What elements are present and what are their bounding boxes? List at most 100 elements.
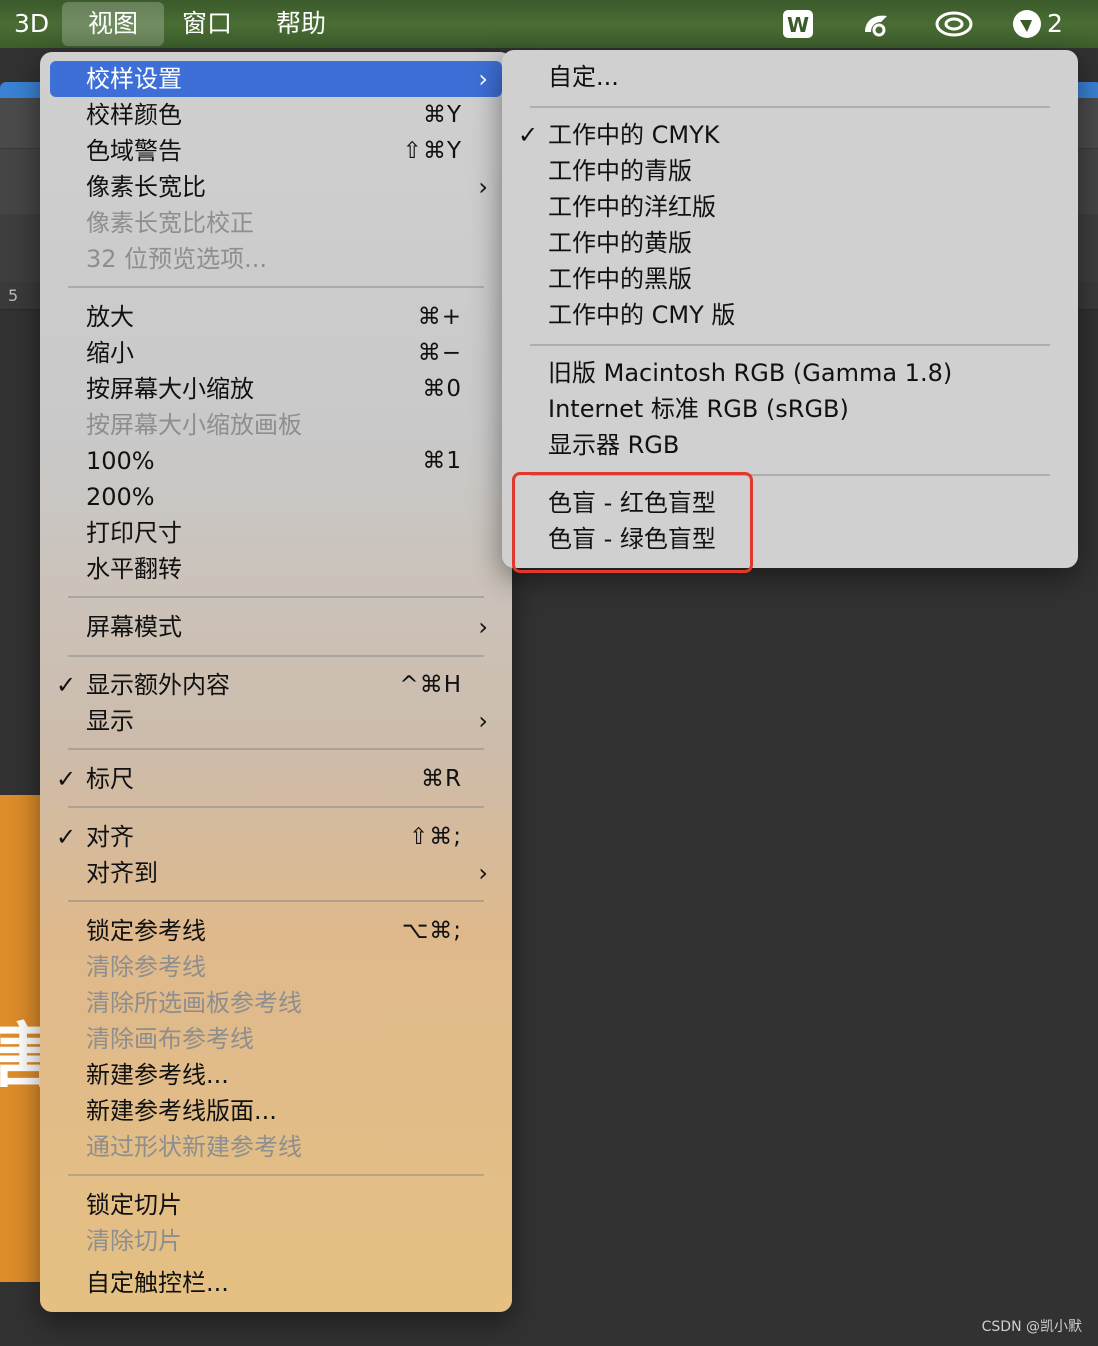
menu-item-new-guides-from-shape: 通过形状新建参考线 [50, 1129, 502, 1165]
menu-item-label: 放大 [86, 303, 134, 331]
menu-separator [68, 286, 484, 288]
menu-item-zoom-200[interactable]: 200% [50, 479, 502, 515]
menubar-item-3d[interactable]: 3D [0, 0, 63, 48]
chevron-right-icon: › [478, 859, 488, 887]
keyboard-shortcut: ⌘1 [422, 448, 462, 474]
menu-item-proof-colors[interactable]: 校样颜色 ⌘Y [50, 97, 502, 133]
menu-item-rulers[interactable]: ✓ 标尺 ⌘R [50, 761, 502, 797]
submenu-item-working-cyan[interactable]: 工作中的青版 [512, 153, 1068, 189]
menu-item-snap[interactable]: ✓ 对齐 ⇧⌘; [50, 819, 502, 855]
menu-item-zoom-in[interactable]: 放大 ⌘+ [50, 299, 502, 335]
submenu-item-label: 工作中的 CMYK [548, 121, 720, 149]
menu-item-label: 水平翻转 [86, 555, 182, 583]
keyboard-shortcut: ⌘Y [422, 102, 462, 128]
submenu-item-working-cmyk[interactable]: ✓ 工作中的 CMYK [512, 117, 1068, 153]
menubar-item-window[interactable]: 窗口 [168, 0, 246, 48]
menu-item-flip-horizontal[interactable]: 水平翻转 [50, 551, 502, 587]
menu-item-label: 清除参考线 [86, 953, 206, 981]
chevron-right-icon: › [478, 707, 488, 735]
menu-item-label: 对齐 [86, 823, 134, 851]
menu-item-clear-canvas-guides: 清除画布参考线 [50, 1021, 502, 1057]
keyboard-shortcut: ⇧⌘Y [402, 138, 462, 164]
menu-item-label: 自定触控栏... [86, 1269, 229, 1297]
ruler-label: 5 [8, 286, 19, 305]
menu-item-clear-slices: 清除切片 [50, 1223, 502, 1259]
menu-item-label: 打印尺寸 [86, 519, 182, 547]
menu-item-proof-setup[interactable]: 校样设置 › [50, 61, 502, 97]
canvas-artwork: 害 [0, 795, 42, 1282]
artwork-glyph: 害 [0, 1015, 42, 1097]
menu-item-label: 锁定参考线 [86, 917, 206, 945]
menu-item-show-extras[interactable]: ✓ 显示额外内容 ^⌘H [50, 667, 502, 703]
keyboard-shortcut: ⌘R [421, 766, 462, 792]
menu-item-label: 显示 [86, 707, 134, 735]
menu-item-label: 锁定切片 [86, 1191, 182, 1219]
menu-item-label: 屏幕模式 [86, 613, 182, 641]
submenu-item-internet-srgb[interactable]: Internet 标准 RGB (sRGB) [512, 391, 1068, 427]
menubar-item-help[interactable]: 帮助 [262, 0, 340, 48]
menu-item-label: 32 位预览选项... [86, 245, 268, 273]
menu-bar: 3D 视图 窗口 帮助 W 2 [0, 0, 1098, 48]
submenu-item-label: 自定... [548, 63, 619, 91]
menu-item-show[interactable]: 显示 › [50, 703, 502, 739]
submenu-separator [530, 344, 1050, 346]
submenu-item-monitor-rgb[interactable]: 显示器 RGB [512, 427, 1068, 463]
wps-icon[interactable]: W [781, 8, 815, 40]
submenu-item-working-black[interactable]: 工作中的黑版 [512, 261, 1068, 297]
submenu-separator [530, 106, 1050, 108]
menu-item-label: 清除切片 [86, 1227, 182, 1255]
view-menu: 校样设置 › 校样颜色 ⌘Y 色域警告 ⇧⌘Y 像素长宽比 › 像素长宽比校正 32 位预览选项.… [40, 52, 512, 1312]
menu-item-label: 像素长宽比 [86, 173, 206, 201]
menu-item-screen-mode[interactable]: 屏幕模式 › [50, 609, 502, 645]
submenu-item-legacy-mac-rgb[interactable]: 旧版 Macintosh RGB (Gamma 1.8) [512, 355, 1068, 391]
menu-item-clear-guides: 清除参考线 [50, 949, 502, 985]
submenu-item-label: 显示器 RGB [548, 431, 680, 459]
menu-item-lock-slices[interactable]: 锁定切片 [50, 1187, 502, 1223]
menu-item-zoom-100[interactable]: 100% ⌘1 [50, 443, 502, 479]
menu-item-label: 通过形状新建参考线 [86, 1133, 302, 1161]
submenu-item-working-cmy[interactable]: 工作中的 CMY 版 [512, 297, 1068, 333]
menu-item-label: 新建参考线... [86, 1061, 229, 1089]
menu-separator [68, 806, 484, 808]
submenu-item-working-yellow[interactable]: 工作中的黄版 [512, 225, 1068, 261]
watermark: CSDN @凯小默 [981, 1319, 1082, 1335]
menu-item-new-guide[interactable]: 新建参考线... [50, 1057, 502, 1093]
menu-item-label: 清除画布参考线 [86, 1025, 254, 1053]
menu-item-label: 按屏幕大小缩放画板 [86, 411, 302, 439]
checkmark-icon: ✓ [56, 671, 77, 699]
menu-item-new-guide-layout[interactable]: 新建参考线版面... [50, 1093, 502, 1129]
menu-item-snap-to[interactable]: 对齐到 › [50, 855, 502, 891]
menu-item-zoom-out[interactable]: 缩小 ⌘− [50, 335, 502, 371]
submenu-item-label: Internet 标准 RGB (sRGB) [548, 395, 849, 423]
notification-bird-icon[interactable] [1010, 8, 1044, 40]
menubar-item-view[interactable]: 视图 [62, 2, 165, 46]
submenu-item-label: 旧版 Macintosh RGB (Gamma 1.8) [548, 359, 953, 387]
menu-item-pixel-aspect-ratio[interactable]: 像素长宽比 › [50, 169, 502, 205]
menu-separator [68, 900, 484, 902]
keyboard-shortcut: ^⌘H [399, 672, 462, 698]
menu-item-clear-artboard-guides: 清除所选画板参考线 [50, 985, 502, 1021]
submenu-item-label: 工作中的 CMY 版 [548, 301, 736, 329]
menu-separator [68, 748, 484, 750]
pen-app-icon[interactable] [859, 8, 893, 40]
menu-item-label: 200% [86, 483, 155, 511]
submenu-item-working-magenta[interactable]: 工作中的洋红版 [512, 189, 1068, 225]
checkmark-icon: ✓ [518, 121, 539, 149]
menu-item-fit-artboard-on-screen: 按屏幕大小缩放画板 [50, 407, 502, 443]
menu-item-label: 按屏幕大小缩放 [86, 375, 254, 403]
submenu-item-custom[interactable]: 自定... [512, 59, 1068, 95]
keyboard-shortcut: ⌥⌘; [401, 918, 462, 944]
creative-cloud-icon[interactable] [934, 8, 974, 40]
keyboard-shortcut: ⌘0 [422, 376, 462, 402]
menu-item-label: 校样设置 [86, 65, 182, 93]
menu-item-lock-guides[interactable]: 锁定参考线 ⌥⌘; [50, 913, 502, 949]
menu-item-label: 清除所选画板参考线 [86, 989, 302, 1017]
menu-item-label: 像素长宽比校正 [86, 209, 254, 237]
menu-item-print-size[interactable]: 打印尺寸 [50, 515, 502, 551]
colorblind-highlight-box [512, 472, 753, 573]
menu-item-customize-touch-bar[interactable]: 自定触控栏... [50, 1265, 502, 1301]
menu-item-label: 100% [86, 447, 155, 475]
chevron-right-icon: › [478, 173, 488, 201]
menu-item-fit-on-screen[interactable]: 按屏幕大小缩放 ⌘0 [50, 371, 502, 407]
menu-item-gamut-warning[interactable]: 色域警告 ⇧⌘Y [50, 133, 502, 169]
